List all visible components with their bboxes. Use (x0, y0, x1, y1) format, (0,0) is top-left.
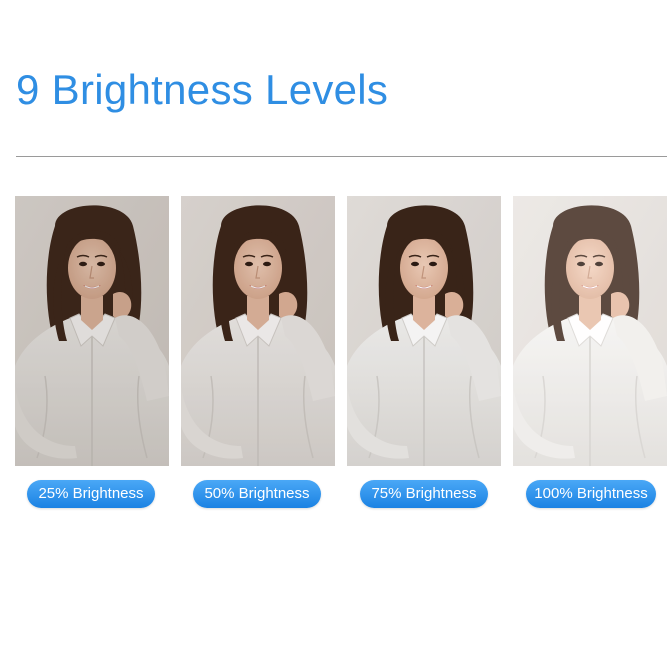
brightness-label-100: 100% Brightness (526, 480, 656, 508)
portrait-photo-75 (347, 196, 501, 466)
brightness-label-50: 50% Brightness (193, 480, 321, 508)
divider (16, 156, 667, 157)
portrait-photo-100 (513, 196, 667, 466)
page-title: 9 Brightness Levels (16, 66, 389, 113)
portrait-photo-50 (181, 196, 335, 466)
portrait-photo-25 (15, 196, 169, 466)
brightness-label-25: 25% Brightness (27, 480, 155, 508)
brightness-label-75: 75% Brightness (360, 480, 488, 508)
